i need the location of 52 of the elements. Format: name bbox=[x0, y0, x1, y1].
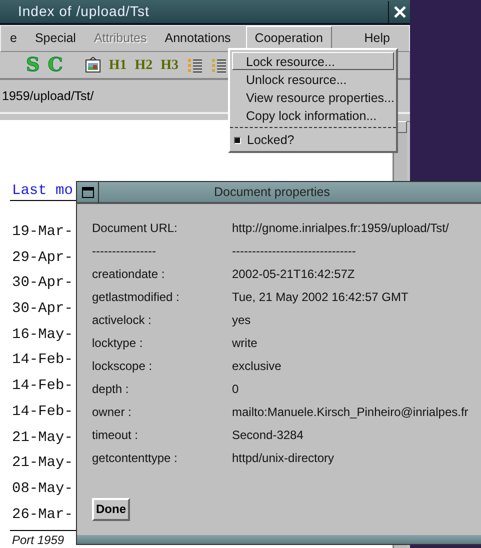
property-label: activelock : bbox=[92, 312, 152, 328]
property-value: 0 bbox=[232, 380, 239, 398]
menu-item-label[interactable]: Locked? bbox=[247, 130, 294, 150]
footer-text: Port 1959 bbox=[12, 534, 64, 547]
property-value: yes bbox=[232, 312, 251, 328]
date-cell-text: 30-Apr- bbox=[12, 300, 73, 320]
numbered-list-icon[interactable] bbox=[210, 57, 227, 73]
menu-item[interactable]: Lock resource... bbox=[232, 52, 394, 70]
property-value: http://gnome.inrialpes.fr:1959/upload/Tst/ bbox=[232, 220, 449, 236]
property-label: ---------------- bbox=[92, 242, 157, 260]
menu-item[interactable]: Annotations bbox=[156, 26, 240, 51]
property-value: Second-3284 bbox=[232, 426, 304, 444]
property-value: 2002-05-21T16:42:57Z bbox=[232, 266, 355, 282]
date-cell-text: 16-May- bbox=[12, 326, 73, 345]
property-label: lockscope : bbox=[92, 358, 154, 374]
close-icon bbox=[394, 6, 406, 18]
date-cell-text: 08-May- bbox=[12, 480, 73, 499]
bulleted-list-icon[interactable] bbox=[186, 57, 203, 73]
menu-item[interactable]: Copy lock information... bbox=[230, 106, 396, 124]
property-label: locktype : bbox=[92, 334, 144, 352]
property-label: owner : bbox=[92, 404, 132, 420]
date-cell-text: 30-Apr- bbox=[12, 274, 73, 294]
property-value: Tue, 21 May 2002 16:42:57 GMT bbox=[232, 288, 408, 306]
date-cell-text: 14-Feb- bbox=[12, 351, 73, 370]
date-cell-text: 21-May- bbox=[12, 428, 73, 448]
property-value: mailto:Manuele.Kirsch_Pinheiro@inrialpes.fr bbox=[232, 404, 468, 420]
property-label: creationdate : bbox=[92, 266, 166, 282]
checkbox[interactable] bbox=[234, 136, 241, 144]
property-label: depth : bbox=[92, 380, 130, 398]
date-cell-text: 21-May- bbox=[12, 454, 73, 474]
date-cell-text: 26-Mar- bbox=[12, 506, 73, 525]
date-cell-text: 14-Feb- bbox=[12, 377, 73, 396]
window-title: Index of /upload/Tst bbox=[18, 2, 150, 21]
menu-item[interactable]: e bbox=[1, 26, 26, 51]
menu-item[interactable]: Special bbox=[26, 26, 85, 51]
image-icon[interactable] bbox=[84, 57, 101, 73]
date-cell-text: 19-Mar- bbox=[12, 223, 73, 242]
property-value: write bbox=[232, 334, 258, 352]
column-heading[interactable]: Last mo bbox=[12, 181, 73, 203]
menu-item[interactable]: Help bbox=[355, 26, 399, 51]
property-value: ------------------------------- bbox=[232, 242, 356, 260]
done-button[interactable]: Done bbox=[92, 498, 130, 521]
property-label: timeout : bbox=[92, 426, 140, 444]
property-value: exclusive bbox=[232, 358, 282, 374]
date-cell-text: 14-Feb- bbox=[12, 402, 73, 422]
window-menu-icon[interactable] bbox=[82, 186, 94, 198]
date-cell-text: 29-Apr- bbox=[12, 248, 73, 268]
property-value: httpd/unix-directory bbox=[232, 450, 334, 466]
property-label: Document URL: bbox=[92, 220, 178, 236]
property-label: getcontenttype : bbox=[92, 450, 178, 466]
property-label: getlastmodified : bbox=[92, 288, 180, 306]
dialog-title: Document properties bbox=[212, 184, 332, 201]
